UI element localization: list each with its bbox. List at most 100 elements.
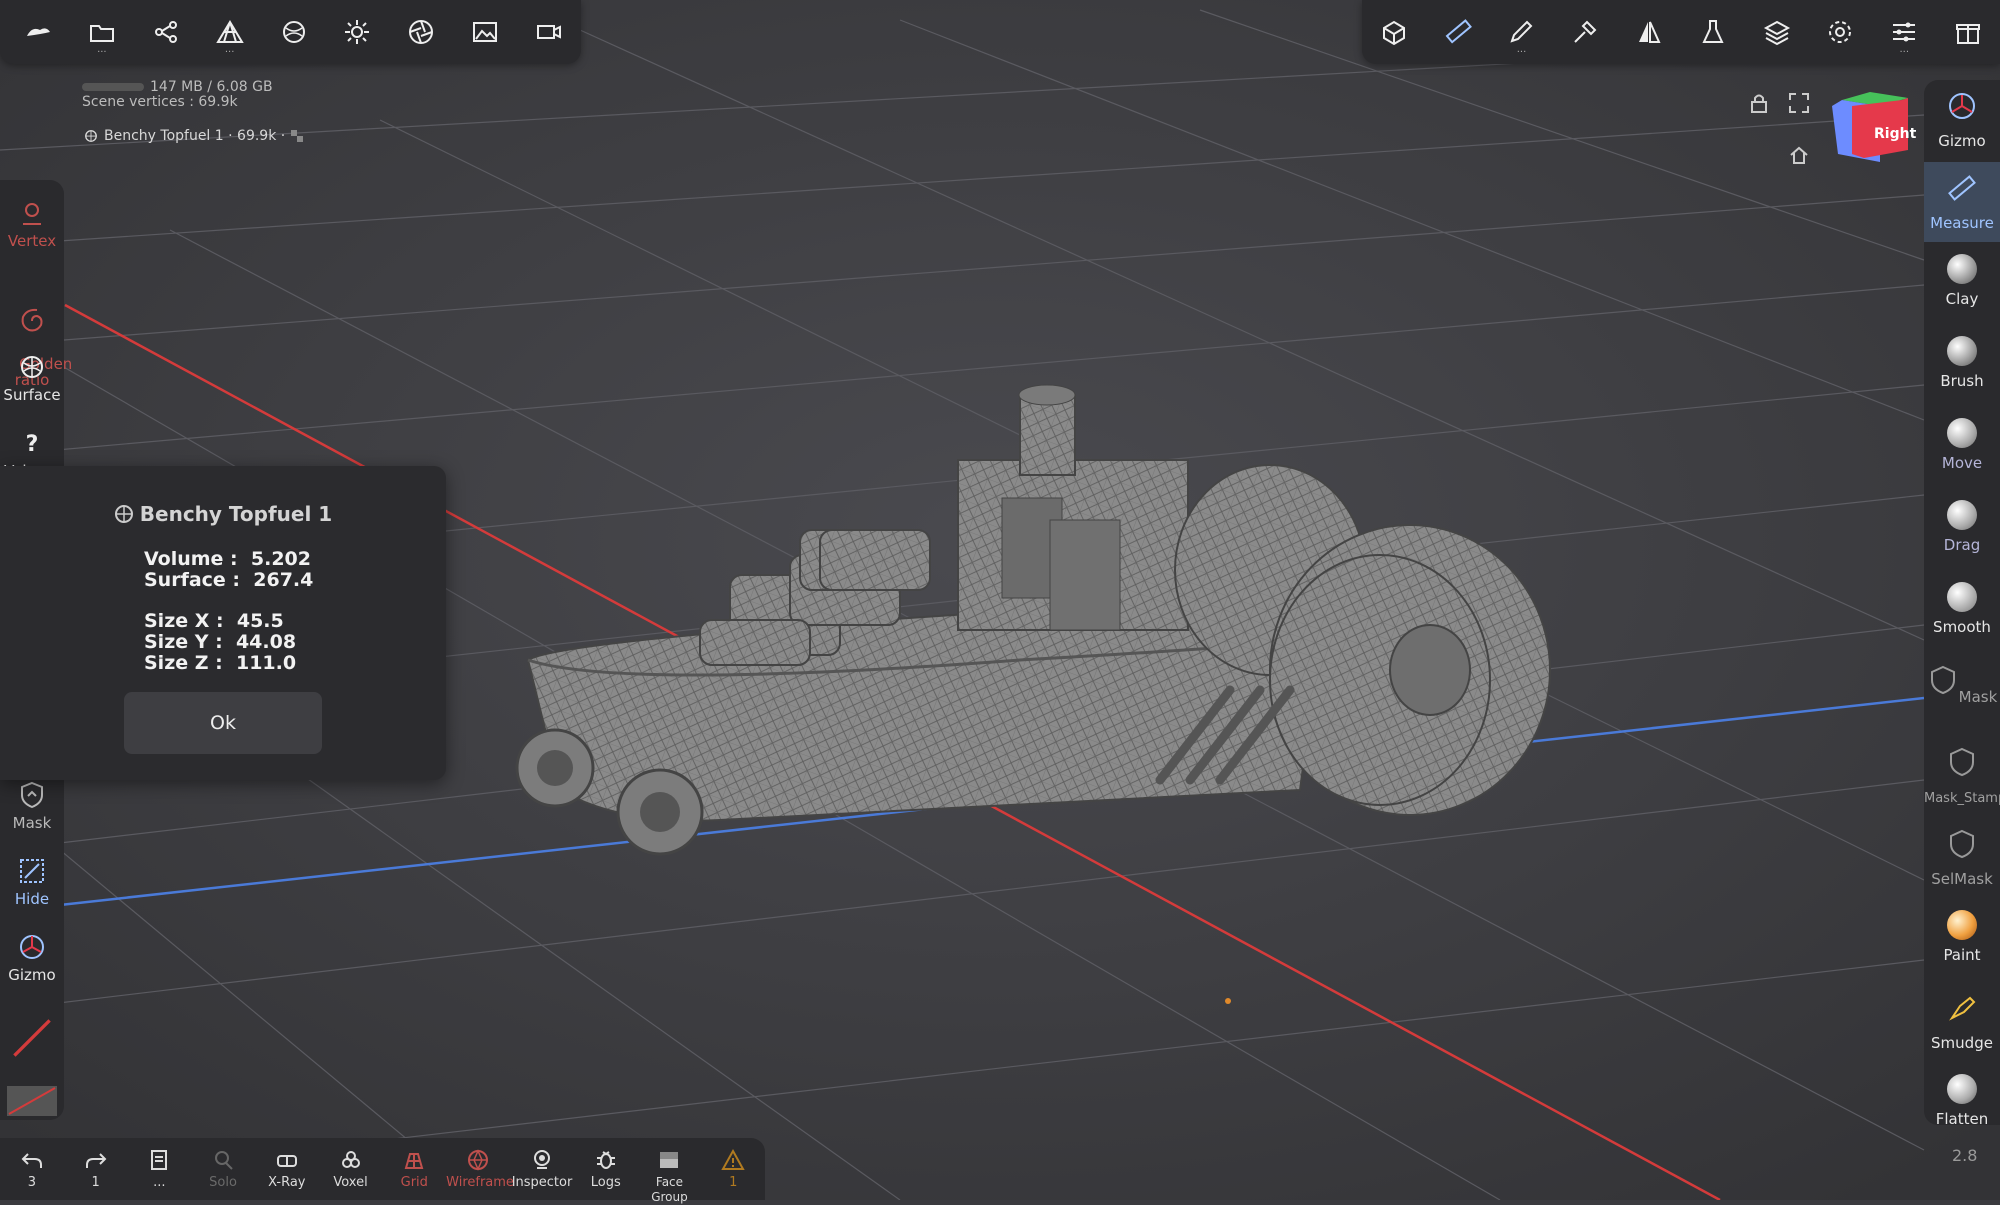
- material-button[interactable]: [262, 0, 326, 64]
- tool-label: SelMask: [1931, 870, 1993, 888]
- clay-sphere-icon: [1947, 254, 1977, 284]
- fullscreen-icon[interactable]: [1788, 92, 1810, 114]
- mask-label: Mask: [12, 814, 52, 832]
- scene-button[interactable]: [134, 0, 198, 64]
- history-menu-button[interactable]: ...: [127, 1138, 191, 1200]
- checker-icon: [291, 130, 304, 142]
- topology-icon: [215, 20, 244, 43]
- tool-mask[interactable]: Mask: [1924, 654, 2000, 734]
- tool-label: Mask_Stamp: [1924, 791, 2000, 806]
- tools-toolbar: ··· ···: [1362, 0, 2000, 64]
- tool-gizmo[interactable]: Gizmo: [1924, 80, 2000, 160]
- solo-button[interactable]: Solo: [191, 1138, 255, 1200]
- undo-button[interactable]: 3: [0, 1138, 64, 1200]
- tool-flatten[interactable]: Flatten: [1924, 1064, 2000, 1144]
- tool-smooth[interactable]: Smooth: [1924, 572, 2000, 652]
- grid-toggle[interactable]: Grid: [382, 1138, 446, 1200]
- tool-label: Move: [1941, 454, 1983, 472]
- aperture-icon: [409, 20, 434, 44]
- voxel-button[interactable]: Voxel: [319, 1138, 383, 1200]
- logs-label: Logs: [590, 1175, 621, 1190]
- app-menu-button[interactable]: [6, 0, 70, 64]
- layers-button[interactable]: [1745, 0, 1809, 64]
- record-button[interactable]: [517, 0, 581, 64]
- wireframe-toggle[interactable]: Wireframe: [446, 1138, 514, 1200]
- topology-button[interactable]: ···: [198, 0, 262, 64]
- xray-button[interactable]: X-Ray: [255, 1138, 319, 1200]
- mask-stamp-icon: [1950, 747, 1974, 777]
- settings-button[interactable]: [1809, 0, 1873, 64]
- active-object-info[interactable]: Benchy Topfuel 1 · 69.9k ·: [84, 128, 304, 144]
- light-icon: [345, 20, 370, 44]
- tool-label: Drag: [1943, 536, 1981, 554]
- more-label: ...: [153, 1175, 166, 1190]
- redo-count: 1: [91, 1175, 100, 1190]
- selmask-icon: [1950, 829, 1974, 859]
- view-cube[interactable]: Right: [1832, 92, 1916, 162]
- mask-button[interactable]: Mask: [0, 780, 64, 832]
- warnings-button[interactable]: 1: [701, 1138, 765, 1200]
- brush-stroke-preview[interactable]: [0, 1016, 64, 1064]
- stroke-button[interactable]: [1553, 0, 1617, 64]
- gizmo-left-button[interactable]: Gizmo: [0, 932, 64, 984]
- hide-icon: [20, 859, 44, 883]
- bottom-toolbar: 3 1 ... Solo X-Ray Voxel Grid Wireframe …: [0, 1138, 765, 1204]
- tool-move[interactable]: Move: [1924, 408, 2000, 488]
- stroke-preview-icon: [13, 1019, 51, 1057]
- preferences-button[interactable]: ···: [1872, 0, 1936, 64]
- scene-graph-icon: [154, 21, 177, 43]
- warning-count: 1: [729, 1175, 738, 1190]
- files-button[interactable]: ···: [70, 0, 134, 64]
- snap-vertex-button[interactable]: Vertex: [0, 198, 64, 250]
- version-label: 2.8: [1952, 1146, 1978, 1165]
- tool-paint[interactable]: Paint: [1924, 900, 2000, 980]
- size-x-value: Size X : 45.5: [144, 610, 284, 632]
- symmetry-button[interactable]: [1617, 0, 1681, 64]
- tool-clay[interactable]: Clay: [1924, 244, 2000, 324]
- lock-icon[interactable]: [1748, 92, 1770, 114]
- tool-label: Smooth: [1933, 618, 1991, 636]
- dialog-title: Benchy Topfuel 1: [139, 502, 333, 526]
- measure-tool-button[interactable]: [1426, 0, 1490, 64]
- grid-label: Grid: [400, 1175, 428, 1190]
- inspector-label: Inspector: [511, 1175, 573, 1190]
- vertex-label: Vertex: [7, 232, 57, 250]
- camera-settings-button[interactable]: [389, 0, 453, 64]
- falloff-preview[interactable]: [0, 1086, 64, 1120]
- lighting-button[interactable]: [325, 0, 389, 64]
- question-icon: ?: [26, 432, 39, 457]
- background-button[interactable]: [453, 0, 517, 64]
- sliders-icon: [1893, 22, 1916, 42]
- tool-mask-stamp[interactable]: Mask_Stamp: [1924, 736, 2000, 816]
- ok-button[interactable]: Ok: [124, 692, 322, 754]
- tool-drag[interactable]: Drag: [1924, 490, 2000, 570]
- mesh-view-button[interactable]: [1362, 0, 1426, 64]
- xray-label: X-Ray: [268, 1175, 306, 1190]
- active-object-label: Benchy Topfuel 1 · 69.9k ·: [104, 128, 286, 144]
- tool-selmask[interactable]: SelMask: [1924, 818, 2000, 898]
- flask-icon: [1702, 20, 1724, 43]
- tool-smudge[interactable]: Smudge: [1924, 982, 2000, 1062]
- redo-button[interactable]: 1: [64, 1138, 128, 1200]
- object-icon: [85, 130, 97, 142]
- inspector-button[interactable]: Inspector: [510, 1138, 574, 1200]
- tool-measure[interactable]: Measure: [1924, 162, 2000, 242]
- drag-sphere-icon: [1947, 500, 1977, 530]
- face-group-button[interactable]: Face Group: [638, 1138, 702, 1204]
- home-view-icon[interactable]: [1788, 144, 1810, 166]
- draw-button[interactable]: ···: [1490, 0, 1554, 64]
- hide-button[interactable]: Hide: [0, 856, 64, 908]
- logs-button[interactable]: Logs: [574, 1138, 638, 1200]
- undo-count: 3: [27, 1175, 36, 1190]
- material-lab-button[interactable]: [1681, 0, 1745, 64]
- hide-label: Hide: [14, 890, 50, 908]
- tool-label: Clay: [1945, 290, 1979, 308]
- spiral-icon: [21, 308, 43, 332]
- object-icon: [114, 505, 133, 523]
- tool-label: Flatten: [1935, 1110, 1989, 1128]
- store-button[interactable]: [1936, 0, 2000, 64]
- xray-icon: [276, 1155, 297, 1167]
- surface-button[interactable]: Surface: [0, 352, 64, 404]
- tool-brush[interactable]: Brush: [1924, 326, 2000, 406]
- face-group-icon: [660, 1152, 679, 1168]
